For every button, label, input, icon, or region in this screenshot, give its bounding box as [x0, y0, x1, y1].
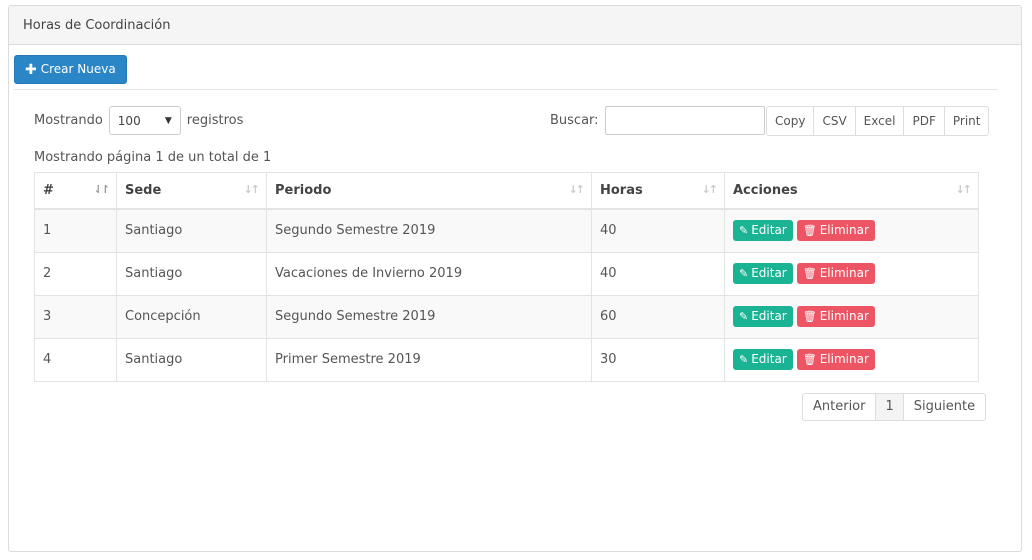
column-header-horas[interactable]: Horas ↓↑: [591, 172, 725, 210]
column-label: #: [43, 183, 54, 198]
sort-icon: ↓↑: [701, 183, 719, 196]
cell-periodo: Vacaciones de Invierno 2019: [266, 251, 592, 296]
page-length-select[interactable]: 100 ▼: [108, 106, 181, 135]
column-label: Acciones: [733, 183, 798, 198]
edit-label: Editar: [751, 223, 787, 238]
length-prefix: Mostrando: [34, 113, 103, 128]
edit-icon: ✎: [739, 353, 749, 366]
column-header-sede[interactable]: Sede ↓↑: [116, 172, 267, 210]
trash-icon: 🗑: [802, 224, 817, 238]
cell-horas: 40: [591, 251, 725, 296]
delete-label: Eliminar: [819, 352, 869, 366]
column-header-periodo[interactable]: Periodo ↓↑: [266, 172, 592, 210]
cell-periodo: Segundo Semestre 2019: [266, 294, 592, 339]
delete-button[interactable]: 🗑 Eliminar: [796, 263, 875, 284]
table-row: 3 Concepción Segundo Semestre 2019 60 ✎ E…: [34, 294, 979, 339]
column-label: Horas: [600, 183, 643, 198]
sort-icon: ↓↑: [568, 183, 586, 196]
trash-icon: 🗑: [802, 267, 817, 280]
table-row: 2 Santiago Vacaciones de Invierno 2019 4…: [34, 251, 979, 296]
cell-sede: Santiago: [116, 251, 267, 296]
page-length-control: Mostrando 100 ▼ registros: [34, 106, 243, 135]
previous-page-button[interactable]: Anterior: [802, 393, 877, 421]
cell-actions: ✎ Editar 🗑 Eliminar: [724, 294, 979, 339]
edit-button[interactable]: ✎ Editar: [733, 263, 793, 284]
cell-id: 1: [34, 208, 117, 253]
cell-periodo: Segundo Semestre 2019: [266, 208, 592, 253]
create-new-button[interactable]: ✚ Crear Nueva: [14, 55, 127, 84]
cell-horas: 60: [591, 294, 725, 339]
trash-icon: 🗑: [802, 310, 817, 323]
column-header-id[interactable]: # ⇃↾: [34, 172, 117, 210]
cell-sede: Santiago: [116, 208, 267, 253]
search-control: Buscar:: [550, 106, 765, 135]
panel-title: Horas de Coordinación: [9, 6, 1021, 45]
cell-sede: Concepción: [116, 294, 267, 339]
copy-button[interactable]: Copy: [766, 106, 815, 136]
chevron-down-icon: ▼: [164, 115, 172, 126]
cell-id: 2: [34, 251, 117, 296]
column-label: Periodo: [275, 183, 332, 198]
excel-button[interactable]: Excel: [854, 106, 905, 136]
sort-icon: ↓↑: [243, 183, 261, 196]
toolbar-divider: [14, 89, 998, 90]
delete-label: Eliminar: [819, 266, 869, 280]
edit-icon: ✎: [739, 267, 749, 280]
pagination: Anterior 1 Siguiente: [802, 393, 987, 421]
edit-button[interactable]: ✎ Editar: [733, 306, 793, 327]
delete-label: Eliminar: [819, 223, 869, 238]
export-buttons: Copy CSV Excel PDF Print: [766, 106, 990, 136]
edit-button[interactable]: ✎ Editar: [733, 220, 793, 242]
cell-id: 3: [34, 294, 117, 339]
delete-button[interactable]: 🗑 Eliminar: [796, 349, 875, 370]
search-input[interactable]: [604, 106, 765, 135]
column-label: Sede: [125, 183, 162, 198]
print-button[interactable]: Print: [943, 106, 990, 136]
delete-button[interactable]: 🗑 Eliminar: [796, 306, 875, 327]
edit-button[interactable]: ✎ Editar: [733, 349, 793, 370]
delete-label: Eliminar: [819, 309, 869, 323]
edit-icon: ✎: [739, 310, 749, 323]
pdf-button[interactable]: PDF: [903, 106, 945, 136]
table-info: Mostrando página 1 de un total de 1: [34, 150, 272, 165]
sort-icon: ↓↑: [955, 183, 973, 196]
edit-icon: ✎: [739, 224, 749, 238]
create-new-label: Crear Nueva: [40, 62, 116, 76]
edit-label: Editar: [751, 352, 787, 366]
cell-actions: ✎ Editar 🗑 Eliminar: [724, 337, 979, 382]
cell-periodo: Primer Semestre 2019: [266, 337, 592, 382]
table-row: 4 Santiago Primer Semestre 2019 30 ✎ Edit…: [34, 337, 979, 382]
cell-sede: Santiago: [116, 337, 267, 382]
page-1-button[interactable]: 1: [875, 393, 904, 421]
column-header-acciones[interactable]: Acciones ↓↑: [724, 172, 979, 210]
table-row: 1 Santiago Segundo Semestre 2019 40 ✎ Edi…: [34, 208, 979, 253]
plus-icon: ✚: [25, 61, 37, 78]
sort-asc-icon: ⇃↾: [93, 183, 111, 196]
cell-actions: ✎ Editar 🗑 Eliminar: [724, 208, 979, 253]
edit-label: Editar: [751, 266, 787, 280]
hours-table: # ⇃↾ Sede ↓↑ Periodo ↓↑ Horas ↓↑ Accione…: [34, 172, 979, 382]
page-length-value: 100: [117, 113, 141, 128]
cell-id: 4: [34, 337, 117, 382]
trash-icon: 🗑: [802, 353, 817, 366]
cell-actions: ✎ Editar 🗑 Eliminar: [724, 251, 979, 296]
next-page-button[interactable]: Siguiente: [902, 393, 987, 421]
search-label: Buscar:: [550, 113, 599, 128]
edit-label: Editar: [751, 309, 787, 323]
length-suffix: registros: [186, 113, 244, 128]
csv-button[interactable]: CSV: [813, 106, 856, 136]
cell-horas: 30: [591, 337, 725, 382]
delete-button[interactable]: 🗑 Eliminar: [796, 220, 875, 242]
cell-horas: 40: [591, 208, 725, 253]
